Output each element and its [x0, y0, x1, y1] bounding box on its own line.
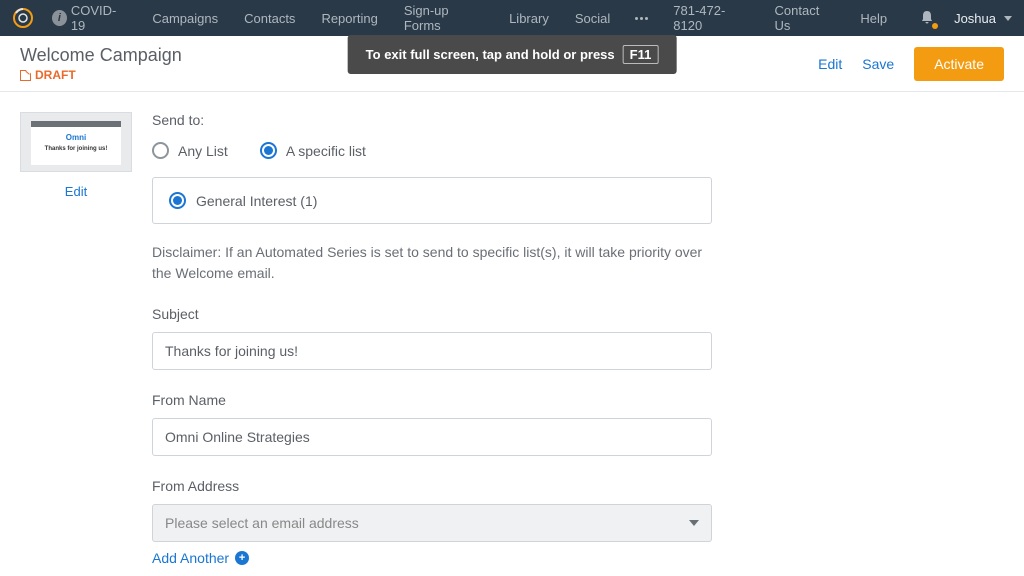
nav-help[interactable]: Help — [847, 11, 900, 26]
more-dot-icon — [635, 17, 638, 20]
email-preview-thumb[interactable]: Omni Thanks for joining us! — [20, 112, 132, 172]
preview-headline: Thanks for joining us! — [45, 146, 108, 152]
nav-contact-us[interactable]: Contact Us — [762, 3, 848, 33]
sidebar-edit-link[interactable]: Edit — [65, 184, 87, 199]
brand-logo[interactable] — [12, 7, 34, 29]
subject-input[interactable] — [152, 332, 712, 370]
activate-button[interactable]: Activate — [914, 47, 1004, 81]
selected-lists-box: General Interest (1) — [152, 177, 712, 224]
radio-any-label: Any List — [178, 143, 228, 159]
status-badge: DRAFT — [20, 68, 182, 82]
save-link[interactable]: Save — [862, 56, 894, 72]
list-item-label: General Interest (1) — [196, 193, 317, 209]
nav-signup-forms[interactable]: Sign-up Forms — [391, 3, 496, 33]
nav-user-name: Joshua — [954, 11, 996, 26]
top-navbar: i COVID-19 Campaigns Contacts Reporting … — [0, 0, 1024, 36]
more-dot-icon — [645, 17, 648, 20]
nav-social[interactable]: Social — [562, 11, 623, 26]
fromaddr-placeholder: Please select an email address — [165, 515, 359, 531]
preview-brand: Omni — [66, 133, 86, 142]
draft-icon — [20, 70, 31, 81]
fromname-label: From Name — [152, 392, 872, 408]
radio-icon — [169, 192, 186, 209]
nav-covid-label: COVID-19 — [71, 3, 127, 33]
toast-text: To exit full screen, tap and hold or pre… — [366, 47, 615, 62]
nav-covid[interactable]: i COVID-19 — [52, 3, 139, 33]
status-text: DRAFT — [35, 68, 76, 82]
disclaimer-text: Disclaimer: If an Automated Series is se… — [152, 242, 712, 284]
nav-campaigns[interactable]: Campaigns — [139, 11, 231, 26]
list-item[interactable]: General Interest (1) — [169, 192, 695, 209]
info-icon: i — [52, 10, 67, 26]
radio-icon — [152, 142, 169, 159]
chevron-down-icon — [1004, 16, 1012, 21]
radio-icon — [260, 142, 277, 159]
add-another-label: Add Another — [152, 550, 229, 566]
fullscreen-toast: To exit full screen, tap and hold or pre… — [348, 35, 677, 74]
sendto-label: Send to: — [152, 112, 872, 128]
nav-more[interactable] — [623, 17, 660, 20]
radio-specific-label: A specific list — [286, 143, 366, 159]
subject-label: Subject — [152, 306, 872, 322]
nav-phone[interactable]: 781-472-8120 — [660, 3, 761, 33]
nav-reporting[interactable]: Reporting — [308, 11, 390, 26]
notification-badge — [932, 23, 938, 29]
fromname-input[interactable] — [152, 418, 712, 456]
page-title: Welcome Campaign — [20, 45, 182, 66]
nav-contacts[interactable]: Contacts — [231, 11, 308, 26]
notifications-button[interactable] — [918, 9, 936, 27]
plus-circle-icon: + — [235, 551, 249, 565]
add-another-link[interactable]: Add Another + — [152, 550, 872, 566]
chevron-down-icon — [689, 520, 699, 526]
fromaddr-label: From Address — [152, 478, 872, 494]
edit-link[interactable]: Edit — [818, 56, 842, 72]
user-menu[interactable]: Joshua — [954, 11, 1012, 26]
nav-library[interactable]: Library — [496, 11, 562, 26]
fromaddr-select[interactable]: Please select an email address — [152, 504, 712, 542]
radio-any-list[interactable]: Any List — [152, 142, 228, 159]
toast-key: F11 — [623, 45, 659, 64]
more-dot-icon — [640, 17, 643, 20]
radio-specific-list[interactable]: A specific list — [260, 142, 366, 159]
